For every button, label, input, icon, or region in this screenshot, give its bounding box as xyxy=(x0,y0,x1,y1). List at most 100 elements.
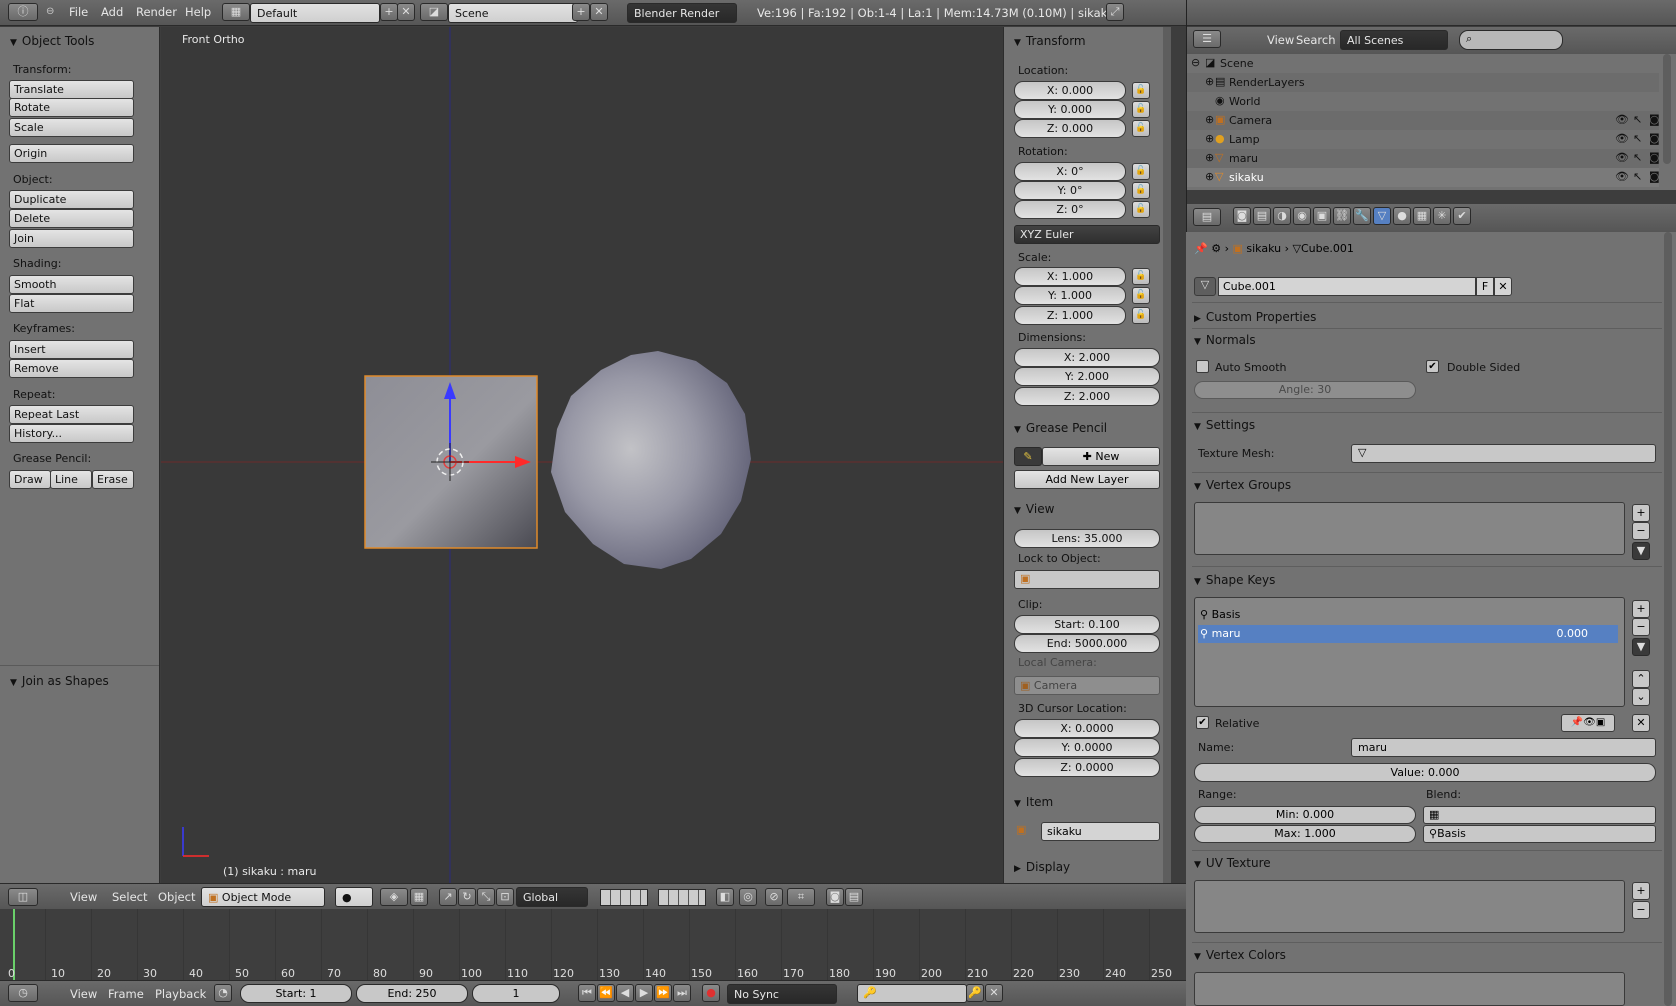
texture-tab-icon[interactable]: ▦ xyxy=(1413,207,1431,225)
join-button[interactable]: Join xyxy=(9,229,134,248)
render-tab-icon[interactable]: ◙ xyxy=(1233,207,1251,225)
jump-start-icon[interactable]: ⏮ xyxy=(578,984,596,1002)
render-anim-icon[interactable]: ▤ xyxy=(845,888,863,906)
location-y-field[interactable]: Y: 0.000 xyxy=(1014,100,1126,119)
double-sided-checkbox[interactable]: ✔ xyxy=(1426,360,1439,373)
relative-checkbox[interactable]: ✔ xyxy=(1196,716,1209,729)
snap-toggle-icon[interactable]: ⊘ xyxy=(765,888,783,906)
rotation-mode-select[interactable]: XYZ Euler xyxy=(1014,225,1160,244)
proportional-edit-icon[interactable]: ◎ xyxy=(739,888,757,906)
outliner-editor-icon[interactable]: ☰ xyxy=(1193,30,1221,48)
menu-file[interactable]: File xyxy=(69,5,88,19)
lock-icon[interactable]: 🔓 xyxy=(1132,101,1150,118)
record-icon[interactable]: ● xyxy=(702,984,720,1002)
lock-icon[interactable]: 🔓 xyxy=(1132,182,1150,199)
dimension-y-field[interactable]: Y: 2.000 xyxy=(1014,367,1160,386)
remove-icon[interactable]: − xyxy=(1632,901,1650,919)
scale-x-field[interactable]: X: 1.000 xyxy=(1014,267,1126,286)
lock-icon[interactable]: 🔓 xyxy=(1132,163,1150,180)
properties-scrollbar[interactable] xyxy=(1664,232,1672,1006)
rotation-y-field[interactable]: Y: 0° xyxy=(1014,181,1126,200)
display-panel-header[interactable]: ▶ Display xyxy=(1014,860,1070,874)
constraints-tab-icon[interactable]: ⛓ xyxy=(1333,207,1351,225)
timeline-menu-view[interactable]: View xyxy=(70,987,97,1001)
orientation-icon[interactable]: ⊡ xyxy=(496,888,514,906)
duplicate-button[interactable]: Duplicate xyxy=(9,190,134,209)
view-panel-header[interactable]: ▼ View xyxy=(1014,502,1054,516)
scene-tab-icon[interactable]: ◑ xyxy=(1273,207,1291,225)
rotate-manipulator-icon[interactable]: ↻ xyxy=(458,888,476,906)
editor-type-icon[interactable]: ⓘ xyxy=(8,3,38,21)
world-tab-icon[interactable]: ◉ xyxy=(1293,207,1311,225)
outliner-row-lamp[interactable]: ⊕ ● Lamp 👁 ↖ ◙ xyxy=(1187,130,1660,149)
move-up-icon[interactable]: ⌃ xyxy=(1632,670,1650,688)
add-layout-icon[interactable]: + xyxy=(380,3,398,21)
timeline-menu-frame[interactable]: Frame xyxy=(108,987,144,1001)
3d-viewport[interactable]: Front Ortho (1) sikaku : maru xyxy=(161,27,1003,883)
object-tools-header[interactable]: ▼ Object Tools xyxy=(10,34,94,48)
location-x-field[interactable]: X: 0.000 xyxy=(1014,81,1126,100)
menu-view[interactable]: View xyxy=(70,890,97,904)
current-frame-field[interactable]: 1 xyxy=(472,984,560,1003)
outliner-search-input[interactable]: ⌕ xyxy=(1459,30,1563,50)
outliner-row-maru[interactable]: ⊕ ▽ maru 👁 ↖ ◙ xyxy=(1187,149,1660,168)
flat-button[interactable]: Flat xyxy=(9,294,134,313)
delete-keyframe-icon[interactable]: ✕ xyxy=(985,984,1003,1002)
play-reverse-icon[interactable]: ◀ xyxy=(616,984,634,1002)
mesh-name-field[interactable]: Cube.001 xyxy=(1218,277,1476,296)
item-panel-header[interactable]: ▼ Item xyxy=(1014,795,1053,809)
scale-z-field[interactable]: Z: 1.000 xyxy=(1014,306,1126,325)
timeline-menu-playback[interactable]: Playback xyxy=(155,987,206,1001)
menu-down-icon[interactable]: ▼ xyxy=(1632,542,1650,560)
sync-select[interactable]: No Sync xyxy=(727,984,837,1004)
lock-icon[interactable]: 🔓 xyxy=(1132,82,1150,99)
vertex-colors-list[interactable] xyxy=(1194,972,1625,1006)
menu-render[interactable]: Render xyxy=(136,5,177,19)
menu-add[interactable]: Add xyxy=(101,5,123,19)
insert-keyframe-icon[interactable]: 🔑 xyxy=(966,984,984,1002)
pivot-icon[interactable]: ◈ xyxy=(380,888,408,906)
lens-field[interactable]: Lens: 35.000 xyxy=(1014,529,1160,548)
uv-texture-header[interactable]: ▼ UV Texture xyxy=(1194,856,1271,870)
range-min-field[interactable]: Min: 0.000 xyxy=(1194,806,1416,824)
cursor-z-field[interactable]: Z: 0.0000 xyxy=(1014,758,1160,777)
origin-button[interactable]: Origin xyxy=(9,144,134,163)
dimension-z-field[interactable]: Z: 2.000 xyxy=(1014,387,1160,406)
mesh-data-tab-icon[interactable]: ▽ xyxy=(1373,207,1391,225)
add-scene-icon[interactable]: + xyxy=(572,3,590,21)
translate-manipulator-icon[interactable]: ↗ xyxy=(439,888,457,906)
manipulator-toggle-icon[interactable]: ▦ xyxy=(410,888,428,906)
translate-button[interactable]: Translate xyxy=(9,80,134,99)
rotate-button[interactable]: Rotate xyxy=(9,98,134,117)
render-preview-icon[interactable]: ◙ xyxy=(826,888,844,906)
clip-start-field[interactable]: Start: 0.100 xyxy=(1014,615,1160,634)
transform-panel-header[interactable]: ▼ Transform xyxy=(1014,34,1086,48)
rotation-z-field[interactable]: Z: 0° xyxy=(1014,200,1126,219)
local-camera-field[interactable]: ▣ Camera xyxy=(1014,676,1160,695)
lock-icon[interactable]: 🔓 xyxy=(1132,287,1150,304)
lock-layers-icon[interactable]: ◧ xyxy=(716,888,734,906)
shape-key-value-slider[interactable]: Value: 0.000 xyxy=(1194,763,1656,782)
blend-basis-field[interactable]: ⚲Basis xyxy=(1423,825,1656,843)
grease-draw-button[interactable]: Draw xyxy=(9,470,51,489)
lock-icon[interactable]: 🔓 xyxy=(1132,268,1150,285)
clear-shape-keys-icon[interactable]: ✕ xyxy=(1632,714,1650,732)
prev-keyframe-icon[interactable]: ⏪ xyxy=(597,984,615,1002)
fake-user-button[interactable]: F xyxy=(1476,277,1494,296)
mesh-icon[interactable]: ▽ xyxy=(1194,277,1216,296)
material-tab-icon[interactable]: ● xyxy=(1393,207,1411,225)
vertex-groups-list[interactable] xyxy=(1194,502,1625,555)
menu-object[interactable]: Object xyxy=(158,890,195,904)
smooth-button[interactable]: Smooth xyxy=(9,275,134,294)
end-frame-field[interactable]: End: 250 xyxy=(356,984,468,1003)
lock-icon[interactable]: 🔓 xyxy=(1132,307,1150,324)
custom-properties-header[interactable]: ▶ Custom Properties xyxy=(1194,310,1316,324)
clip-end-field[interactable]: End: 5000.000 xyxy=(1014,634,1160,653)
texture-mesh-field[interactable]: ▽ xyxy=(1351,444,1656,463)
add-new-layer-button[interactable]: Add New Layer xyxy=(1014,470,1160,489)
auto-smooth-checkbox[interactable] xyxy=(1196,360,1209,373)
layout-icon[interactable]: ▦ xyxy=(222,3,250,21)
location-z-field[interactable]: Z: 0.000 xyxy=(1014,119,1126,138)
shape-key-name-field[interactable]: maru xyxy=(1351,738,1656,757)
3d-view-editor-icon[interactable]: ◫ xyxy=(8,888,38,906)
